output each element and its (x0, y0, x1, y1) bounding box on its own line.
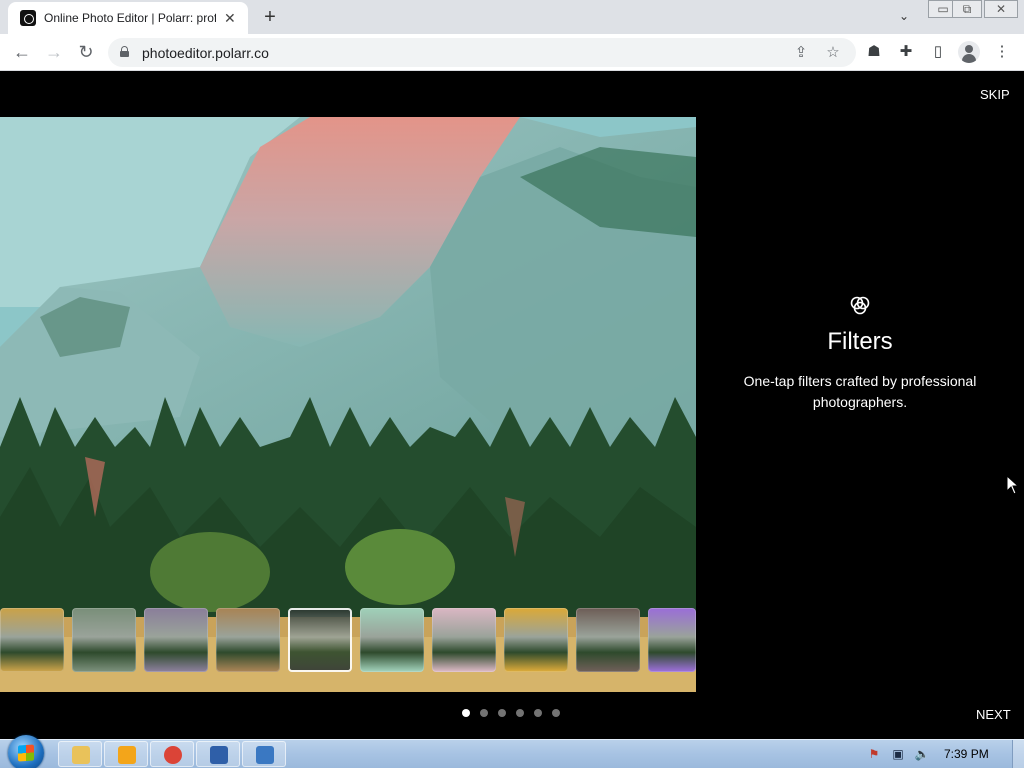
tab-title: Online Photo Editor | Polarr: prof (44, 11, 216, 25)
filter-thumbnail[interactable] (144, 608, 208, 672)
filter-thumbnail[interactable] (504, 608, 568, 672)
pagination-dot[interactable] (498, 709, 506, 717)
filter-thumbnail[interactable] (0, 608, 64, 672)
filter-thumbnail-strip (0, 608, 696, 672)
skip-button[interactable]: SKIP (980, 87, 1010, 102)
side-panel-icon[interactable]: ▯ (927, 41, 949, 63)
taskbar-app-button[interactable] (242, 741, 286, 767)
taskbar-clock[interactable]: 7:39 PM (944, 747, 989, 761)
filter-thumbnail[interactable] (432, 608, 496, 672)
feature-title: Filters (827, 328, 893, 355)
mountain-forest-illustration (0, 117, 696, 692)
windows-logo-icon (18, 744, 34, 762)
volume-icon[interactable]: 🔈 (914, 747, 930, 761)
pagination-dot[interactable] (516, 709, 524, 717)
action-center-flag-icon[interactable]: ⚑ (866, 747, 882, 761)
pagination-dot[interactable] (462, 709, 470, 717)
start-button[interactable] (8, 735, 44, 768)
document-icon (210, 746, 228, 764)
tab-close-icon[interactable]: ✕ (224, 10, 236, 26)
reload-icon[interactable]: ↻ (74, 40, 98, 64)
close-window-button[interactable]: ✕ (984, 0, 1018, 18)
taskbar-app-button[interactable] (104, 741, 148, 767)
filter-thumbnail[interactable] (648, 608, 696, 672)
network-icon[interactable]: ▣ (890, 747, 906, 761)
share-icon[interactable]: ⇪ (790, 42, 812, 64)
pagination-dots (462, 709, 560, 719)
browser-menu-icon[interactable]: ⋮ (991, 41, 1013, 63)
folder-icon (72, 746, 90, 764)
browser-toolbar: ← → ↻ photoeditor.polarr.co ⇪ ☆ ☗ ✚ ▯ ⋮ (0, 34, 1024, 71)
profile-avatar-icon[interactable] (958, 41, 980, 63)
pagination-dot[interactable] (534, 709, 542, 717)
filter-thumbnail[interactable] (288, 608, 352, 672)
media-player-icon (118, 746, 136, 764)
window-icon (256, 746, 274, 764)
address-bar[interactable]: photoeditor.polarr.co ⇪ ☆ (108, 38, 856, 67)
mouse-cursor-icon (1006, 475, 1020, 495)
extension-hat-icon[interactable]: ☗ (863, 41, 885, 63)
pagination-dot[interactable] (552, 709, 560, 717)
taskbar-app-button[interactable] (58, 741, 102, 767)
filter-thumbnail[interactable] (576, 608, 640, 672)
filters-icon (850, 296, 870, 315)
feature-description: One-tap filters crafted by professional … (743, 373, 977, 410)
url-text[interactable]: photoeditor.polarr.co (142, 45, 269, 61)
filter-thumbnail[interactable] (360, 608, 424, 672)
tab-search-icon[interactable]: ⌄ (894, 6, 914, 26)
browser-tab[interactable]: Online Photo Editor | Polarr: prof ✕ (8, 2, 248, 34)
bookmark-star-icon[interactable]: ☆ (822, 42, 844, 64)
show-desktop-button[interactable] (1012, 740, 1024, 768)
restore-button[interactable]: ⧉ (952, 0, 982, 18)
polarr-favicon-icon (20, 10, 36, 26)
browser-tabstrip: Online Photo Editor | Polarr: prof ✕ + ⌄… (0, 0, 1024, 34)
lock-icon[interactable] (120, 46, 129, 57)
taskbar-app-button[interactable] (196, 741, 240, 767)
filter-thumbnail[interactable] (216, 608, 280, 672)
next-button[interactable]: NEXT (976, 707, 1011, 722)
sample-photo (0, 117, 696, 692)
filter-thumbnail[interactable] (72, 608, 136, 672)
chrome-icon (164, 746, 182, 764)
pagination-dot[interactable] (480, 709, 488, 717)
back-icon[interactable]: ← (10, 40, 34, 64)
new-tab-button[interactable]: + (258, 6, 282, 30)
forward-icon[interactable]: → (42, 40, 66, 64)
windows-taskbar: ⚑ ▣ 🔈 7:39 PM (0, 735, 1024, 768)
taskbar-app-button[interactable] (150, 741, 194, 767)
onboarding-page: SKIP Filters One-tap filters crafted by … (0, 71, 1024, 739)
extensions-puzzle-icon[interactable]: ✚ (895, 41, 917, 63)
